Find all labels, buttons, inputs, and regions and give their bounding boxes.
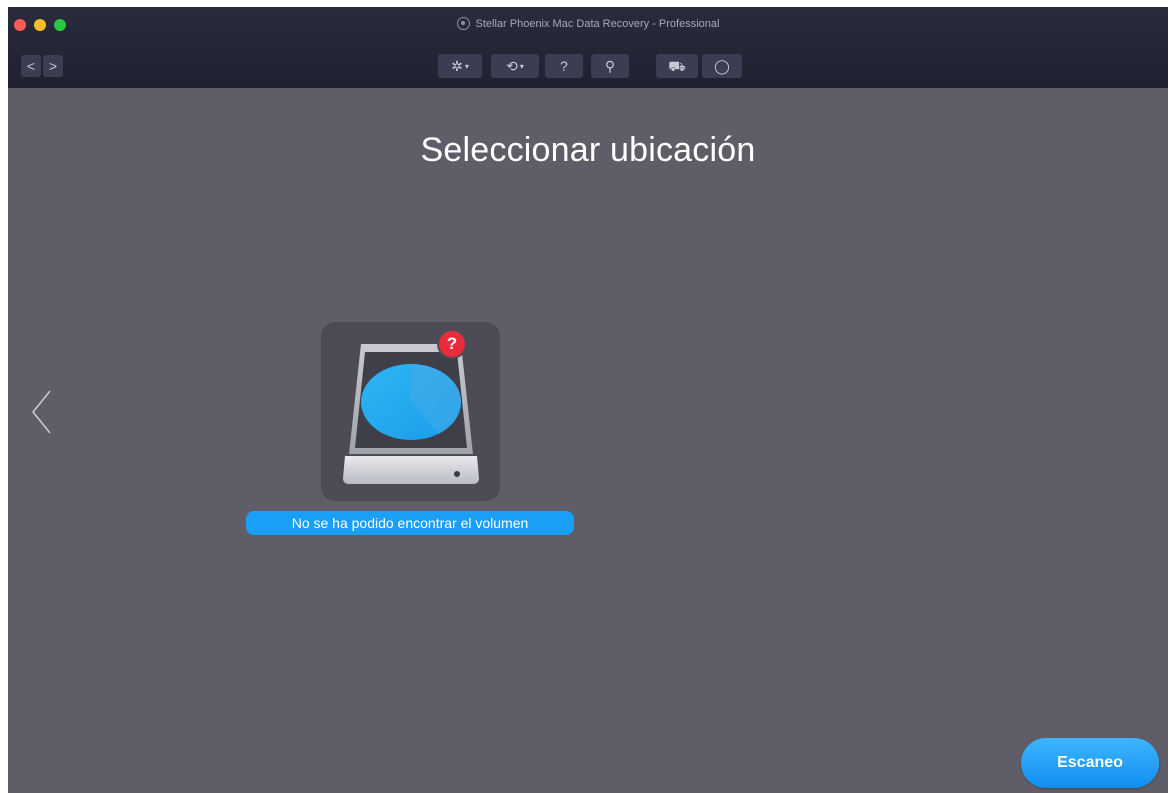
- gear-icon: ✲: [451, 58, 463, 74]
- hard-drive-icon: [343, 344, 479, 484]
- scan-button[interactable]: Escaneo: [1021, 738, 1159, 788]
- cart-icon: ⛟: [668, 58, 686, 74]
- help-icon: ?: [560, 58, 568, 74]
- history-icon: ⟲: [506, 58, 518, 74]
- previous-page-button[interactable]: [30, 389, 52, 440]
- cart-button[interactable]: ⛟: [656, 54, 698, 78]
- chevron-left-icon: <: [26, 58, 36, 74]
- forward-button[interactable]: >: [43, 55, 63, 77]
- back-button[interactable]: <: [21, 55, 41, 77]
- scan-disk-icon: ⚲: [604, 58, 616, 74]
- title-bar: Stellar Phoenix Mac Data Recovery - Prof…: [8, 7, 1168, 88]
- volume-alert-badge: ?: [439, 331, 465, 357]
- volume-tile[interactable]: ?: [321, 322, 500, 501]
- dropdown-caret-icon: ▾: [464, 62, 469, 71]
- app-logo-icon: [456, 17, 470, 30]
- settings-button[interactable]: ✲ ▾: [438, 54, 482, 78]
- help-button[interactable]: ?: [545, 54, 583, 78]
- page-title: Seleccionar ubicación: [420, 131, 756, 169]
- history-button[interactable]: ⟲ ▾: [491, 54, 539, 78]
- volume-label: No se ha podido encontrar el volumen: [246, 511, 574, 535]
- user-button[interactable]: ◯: [702, 54, 742, 78]
- chevron-left-icon: [31, 390, 51, 434]
- user-icon: ◯: [714, 58, 730, 74]
- window-title-text: Stellar Phoenix Mac Data Recovery - Prof…: [475, 18, 720, 30]
- chevron-right-icon: >: [48, 58, 58, 74]
- scan-disk-button[interactable]: ⚲: [591, 54, 629, 78]
- window-title: Stellar Phoenix Mac Data Recovery - Prof…: [8, 17, 1168, 30]
- app-window: Stellar Phoenix Mac Data Recovery - Prof…: [8, 7, 1168, 793]
- dropdown-caret-icon: ▾: [519, 62, 524, 71]
